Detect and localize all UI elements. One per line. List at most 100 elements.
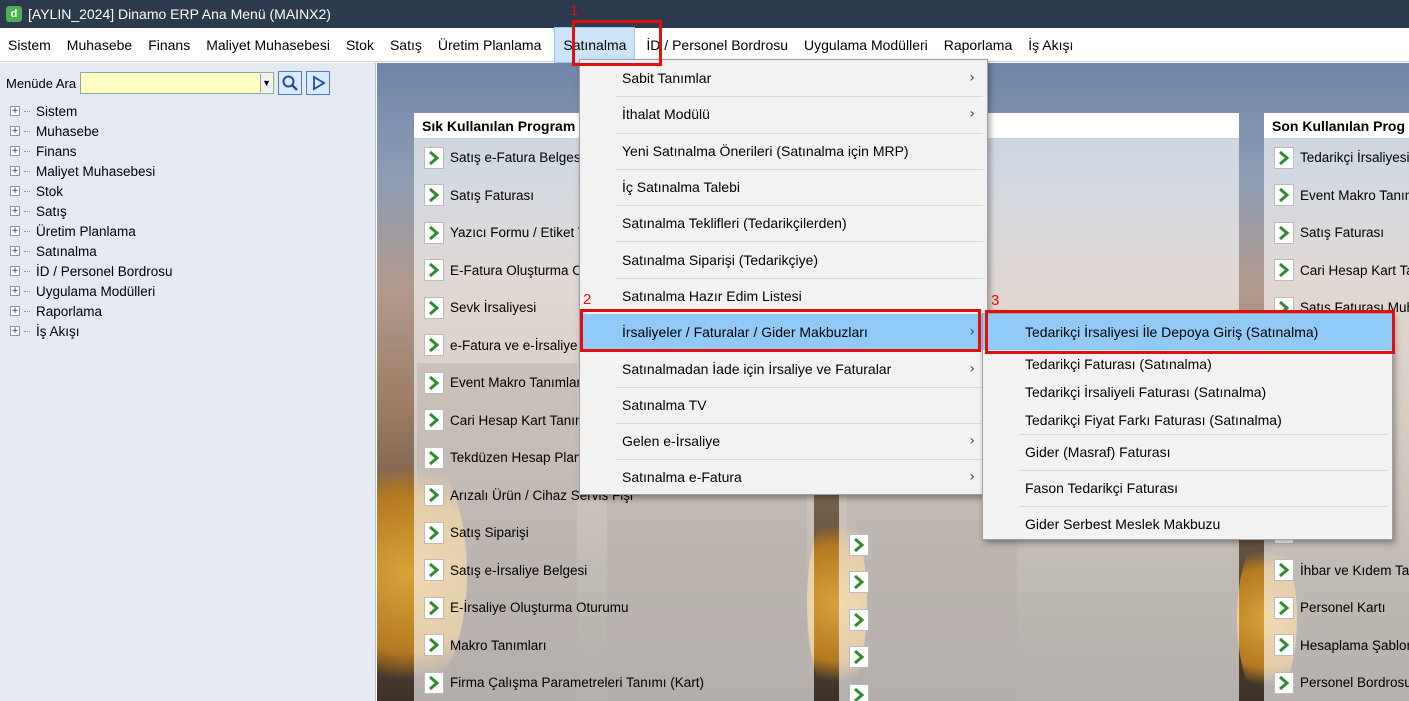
irsaliye-submenu-item[interactable]: Tedarikçi İrsaliyeli Faturası (Satınalma…: [983, 378, 1392, 406]
expand-icon[interactable]: +: [10, 226, 20, 236]
go-arrow-icon[interactable]: [424, 184, 444, 207]
go-arrow-icon[interactable]: [424, 296, 444, 319]
recent-program-item[interactable]: Event Makro Tanım: [1264, 177, 1409, 215]
recent-program-item[interactable]: Tedarikçi İrsaliyesi: [1264, 139, 1409, 177]
menu-finans[interactable]: Finans: [140, 28, 198, 62]
frequent-program-item[interactable]: Satış Siparişi: [414, 514, 814, 552]
go-arrow-icon[interactable]: [1274, 259, 1294, 282]
expand-icon[interactable]: +: [10, 246, 20, 256]
satinalma-menu-item[interactable]: İrsaliyeler / Faturalar / Gider Makbuzla…: [580, 314, 987, 351]
expand-icon[interactable]: +: [10, 206, 20, 216]
menu-search-input[interactable]: [81, 73, 261, 93]
go-arrow-icon[interactable]: [1274, 671, 1294, 694]
go-arrow-icon[interactable]: [1274, 596, 1294, 619]
middle-program-item[interactable]: [839, 639, 1239, 677]
go-arrow-icon[interactable]: [424, 371, 444, 394]
tree-item-sistem[interactable]: + Sistem: [10, 101, 173, 121]
go-arrow-icon[interactable]: [424, 259, 444, 282]
recent-program-item[interactable]: Personel Bordrosu: [1264, 664, 1409, 701]
middle-program-item[interactable]: [839, 676, 1239, 701]
irsaliye-submenu-item[interactable]: Tedarikçi Faturası (Satınalma): [983, 350, 1392, 378]
tree-item-is-akisi[interactable]: + İş Akışı: [10, 321, 173, 341]
expand-icon[interactable]: +: [10, 146, 20, 156]
menu-sistem[interactable]: Sistem: [0, 28, 59, 62]
recent-program-item[interactable]: İhbar ve Kıdem Ta: [1264, 552, 1409, 590]
tree-item-satinalma[interactable]: + Satınalma: [10, 241, 173, 261]
irsaliye-submenu-item[interactable]: Tedarikçi İrsaliyesi İle Depoya Giriş (S…: [983, 314, 1392, 350]
tree-item-stok[interactable]: + Stok: [10, 181, 173, 201]
satinalma-menu-item[interactable]: İthalat Modülü ›: [580, 96, 987, 132]
go-arrow-icon[interactable]: [1274, 559, 1294, 582]
frequent-program-item[interactable]: Satış e-İrsaliye Belgesi: [414, 552, 814, 590]
go-arrow-icon[interactable]: [424, 146, 444, 169]
go-arrow-icon[interactable]: [849, 533, 869, 556]
go-arrow-icon[interactable]: [1274, 184, 1294, 207]
satinalma-menu-item[interactable]: Gelen e-İrsaliye ›: [580, 422, 987, 459]
go-arrow-icon[interactable]: [1274, 634, 1294, 657]
frequent-program-item[interactable]: Makro Tanımları: [414, 627, 814, 665]
tree-item-id-personel[interactable]: + İD / Personel Bordrosu: [10, 261, 173, 281]
go-arrow-icon[interactable]: [849, 683, 869, 701]
expand-icon[interactable]: +: [10, 166, 20, 176]
menu-muhasebe[interactable]: Muhasebe: [59, 28, 140, 62]
satinalma-menu-item[interactable]: Satınalma Hazır Edim Listesi: [580, 277, 987, 314]
tree-item-satis[interactable]: + Satış: [10, 201, 173, 221]
go-arrow-icon[interactable]: [424, 334, 444, 357]
irsaliye-submenu-item[interactable]: Fason Tedarikçi Faturası: [983, 470, 1392, 506]
expand-icon[interactable]: +: [10, 186, 20, 196]
satinalma-menu-item[interactable]: Satınalma TV: [580, 386, 987, 423]
expand-icon[interactable]: +: [10, 126, 20, 136]
go-arrow-icon[interactable]: [424, 484, 444, 507]
go-arrow-icon[interactable]: [424, 521, 444, 544]
middle-program-item[interactable]: [839, 601, 1239, 639]
frequent-program-item[interactable]: E-İrsaliye Oluşturma Oturumu: [414, 589, 814, 627]
menu-uretim-planlama[interactable]: Üretim Planlama: [430, 28, 549, 62]
tree-item-maliyet-muhasebesi[interactable]: + Maliyet Muhasebesi: [10, 161, 173, 181]
menu-satinalma[interactable]: Satınalma: [554, 26, 636, 63]
recent-program-item[interactable]: Satış Faturası: [1264, 214, 1409, 252]
menu-search-combo[interactable]: ▼: [80, 72, 275, 94]
recent-program-item[interactable]: Cari Hesap Kart Ta: [1264, 252, 1409, 290]
irsaliye-submenu-item[interactable]: Tedarikçi Fiyat Farkı Faturası (Satınalm…: [983, 406, 1392, 434]
menu-id-personel-bordrosu[interactable]: İD / Personel Bordrosu: [638, 28, 796, 62]
irsaliye-submenu-item[interactable]: Gider Serbest Meslek Makbuzu: [983, 506, 1392, 542]
search-next-button[interactable]: [306, 71, 331, 95]
tree-item-uygulama-modulleri[interactable]: + Uygulama Modülleri: [10, 281, 173, 301]
menu-maliyet-muhasebesi[interactable]: Maliyet Muhasebesi: [198, 28, 338, 62]
go-arrow-icon[interactable]: [1274, 146, 1294, 169]
tree-item-uretim-planlama[interactable]: + Üretim Planlama: [10, 221, 173, 241]
expand-icon[interactable]: +: [10, 306, 20, 316]
search-button[interactable]: [278, 71, 303, 95]
go-arrow-icon[interactable]: [424, 446, 444, 469]
go-arrow-icon[interactable]: [849, 646, 869, 669]
go-arrow-icon[interactable]: [849, 571, 869, 594]
menu-is-akisi[interactable]: İş Akışı: [1020, 28, 1081, 62]
expand-icon[interactable]: +: [10, 266, 20, 276]
satinalma-menu-item[interactable]: Satınalma Teklifleri (Tedarikçilerden): [580, 205, 987, 241]
go-arrow-icon[interactable]: [424, 559, 444, 582]
tree-item-raporlama[interactable]: + Raporlama: [10, 301, 173, 321]
go-arrow-icon[interactable]: [424, 634, 444, 657]
menu-raporlama[interactable]: Raporlama: [936, 28, 1020, 62]
go-arrow-icon[interactable]: [424, 409, 444, 432]
expand-icon[interactable]: +: [10, 326, 20, 336]
expand-icon[interactable]: +: [10, 286, 20, 296]
satinalma-menu-item[interactable]: Satınalma e-Fatura ›: [580, 459, 987, 495]
middle-program-item[interactable]: [839, 564, 1239, 602]
irsaliye-submenu-item[interactable]: Gider (Masraf) Faturası: [983, 434, 1392, 470]
expand-icon[interactable]: +: [10, 106, 20, 116]
recent-program-item[interactable]: Hesaplama Şablon: [1264, 627, 1409, 665]
menu-satis[interactable]: Satış: [382, 28, 430, 62]
satinalma-menu-item[interactable]: Yeni Satınalma Önerileri (Satınalma için…: [580, 132, 987, 169]
satinalma-menu-item[interactable]: Satınalmadan İade için İrsaliye ve Fatur…: [580, 350, 987, 386]
menu-stok[interactable]: Stok: [338, 28, 382, 62]
recent-program-item[interactable]: Personel Kartı: [1264, 589, 1409, 627]
chevron-down-icon[interactable]: ▼: [260, 74, 273, 92]
go-arrow-icon[interactable]: [1274, 221, 1294, 244]
satinalma-menu-item[interactable]: Sabit Tanımlar ›: [580, 60, 987, 96]
tree-item-muhasebe[interactable]: + Muhasebe: [10, 121, 173, 141]
go-arrow-icon[interactable]: [849, 608, 869, 631]
frequent-program-item[interactable]: Firma Çalışma Parametreleri Tanımı (Kart…: [414, 664, 814, 701]
menu-uygulama-modulleri[interactable]: Uygulama Modülleri: [796, 28, 936, 62]
go-arrow-icon[interactable]: [424, 596, 444, 619]
